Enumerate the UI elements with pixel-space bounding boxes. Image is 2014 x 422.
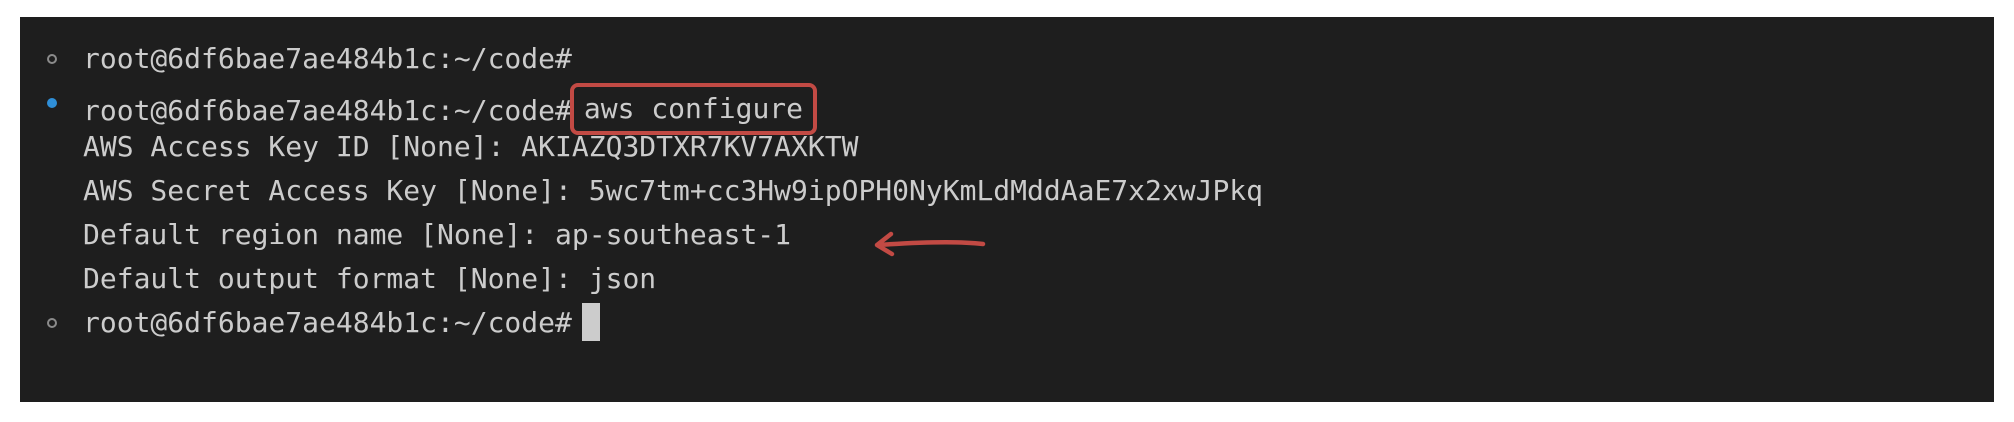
red-arrow-icon [874,231,986,257]
terminal-panel[interactable]: root@6df6bae7ae484b1c:~/code# root@6df6b… [20,17,1994,402]
prompt-text: root@6df6bae7ae484b1c:~/code# [83,306,572,339]
terminal-line-7[interactable]: root@6df6bae7ae484b1c:~/code# [83,303,600,341]
prompt-text: root@6df6bae7ae484b1c:~/code# [83,42,572,75]
command-status-active-icon[interactable] [47,98,57,108]
command-status-inactive-icon[interactable] [47,318,57,328]
region-output: Default region name [None]: ap-southeast… [83,218,792,251]
output-format-output: Default output format [None]: json [83,262,657,295]
highlighted-command: aws configure [569,83,818,135]
prompt-text: root@6df6bae7ae484b1c:~/code# [83,94,572,127]
command-status-inactive-icon[interactable] [47,54,57,64]
terminal-line-2: root@6df6bae7ae484b1c:~/code# aws configu… [83,83,818,135]
terminal-cursor [581,303,600,341]
secret-key-output: AWS Secret Access Key [None]: 5wc7tm+cc3… [83,174,1264,207]
access-key-output: AWS Access Key ID [None]: AKIAZQ3DTXR7KV… [83,130,859,163]
terminal-line-1: root@6df6bae7ae484b1c:~/code# [83,41,572,77]
